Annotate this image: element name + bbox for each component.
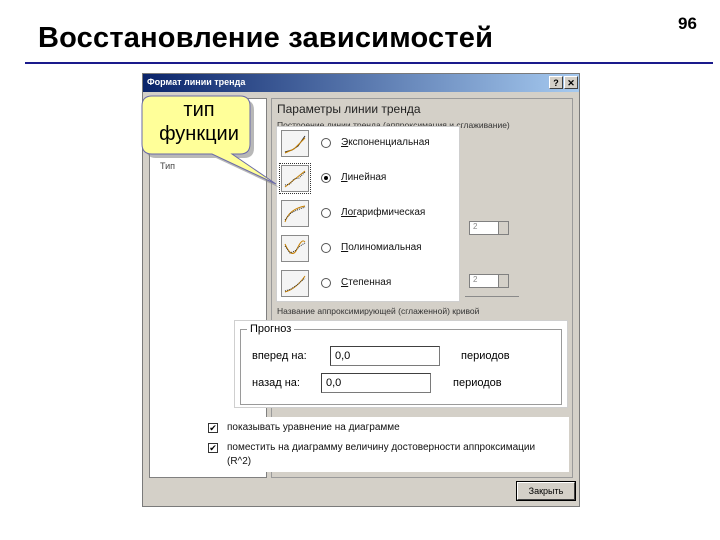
polynomial-degree-spinner[interactable]: 2 bbox=[469, 221, 509, 235]
close-button[interactable]: Закрыть bbox=[516, 481, 576, 501]
polynomial-chart-icon[interactable] bbox=[281, 235, 309, 262]
title-rule bbox=[25, 62, 713, 64]
divider bbox=[465, 296, 519, 297]
forecast-group: Прогноз вперед на: 0,0 периодов назад на… bbox=[234, 320, 568, 408]
radio-exponential[interactable] bbox=[321, 138, 331, 148]
trendline-name-section: Название аппроксимирующей (сглаженной) к… bbox=[277, 306, 480, 316]
type-label-logarithmic: арифмическая bbox=[356, 207, 426, 218]
forecast-forward-unit: периодов bbox=[461, 350, 510, 362]
type-label-power: тепенная bbox=[348, 277, 392, 288]
show-equation-checkbox[interactable]: ✔ bbox=[208, 423, 218, 433]
forecast-frame bbox=[240, 329, 562, 405]
trend-type-power[interactable]: Степенная bbox=[277, 267, 461, 301]
trend-type-linear[interactable]: Линейная bbox=[277, 162, 461, 196]
radio-power[interactable] bbox=[321, 278, 331, 288]
type-label-polynomial: олиномиальная bbox=[348, 242, 422, 253]
forecast-forward-input[interactable]: 0,0 bbox=[330, 346, 440, 366]
moving-average-period-spinner[interactable]: 2 bbox=[469, 274, 509, 288]
display-options: ✔ показывать уравнение на диаграмме ✔ по… bbox=[201, 417, 569, 472]
trend-type-polynomial[interactable]: Полиномиальная bbox=[277, 232, 461, 266]
radio-linear[interactable] bbox=[321, 173, 331, 183]
forecast-back-label: назад на: bbox=[252, 377, 300, 389]
type-label-exponential: кспоненциальная bbox=[348, 137, 430, 148]
slide-title: Восстановление зависимостей bbox=[38, 22, 494, 54]
type-label-linear: инейная bbox=[347, 172, 387, 183]
show-r2-checkbox[interactable]: ✔ bbox=[208, 443, 218, 453]
trend-type-logarithmic[interactable]: Логарифмическая bbox=[277, 197, 461, 231]
callout-line-2: функции bbox=[159, 123, 239, 145]
callout-line-1: тип bbox=[183, 99, 215, 121]
radio-logarithmic[interactable] bbox=[321, 208, 331, 218]
slide-number: 96 bbox=[678, 14, 697, 33]
logarithmic-chart-icon[interactable] bbox=[281, 200, 309, 227]
radio-polynomial[interactable] bbox=[321, 243, 331, 253]
show-r2-label-2: (R^2) bbox=[227, 456, 252, 467]
show-equation-label: показывать уравнение на диаграмме bbox=[227, 422, 400, 433]
type-label-logarithmic-underline: Лог bbox=[341, 207, 357, 218]
callout-text: тип функции bbox=[150, 98, 248, 146]
dialog-title: Формат линии тренда bbox=[147, 77, 246, 87]
dialog-close-icon[interactable]: ✕ bbox=[564, 76, 578, 89]
forecast-back-input[interactable]: 0,0 bbox=[321, 373, 431, 393]
forecast-back-unit: периодов bbox=[453, 377, 502, 389]
trend-type-exponential[interactable]: Экспоненциальная bbox=[277, 127, 461, 161]
dialog-titlebar[interactable]: Формат линии тренда ? ✕ bbox=[143, 74, 579, 92]
show-r2-label: поместить на диаграмму величину достовер… bbox=[227, 442, 536, 453]
forecast-title: Прогноз bbox=[247, 323, 295, 335]
power-chart-icon[interactable] bbox=[281, 270, 309, 297]
trend-type-list: Экспоненциальная Линейная Логарифмическа… bbox=[276, 126, 460, 302]
forecast-forward-label: вперед на: bbox=[252, 350, 307, 362]
help-button[interactable]: ? bbox=[549, 76, 563, 89]
